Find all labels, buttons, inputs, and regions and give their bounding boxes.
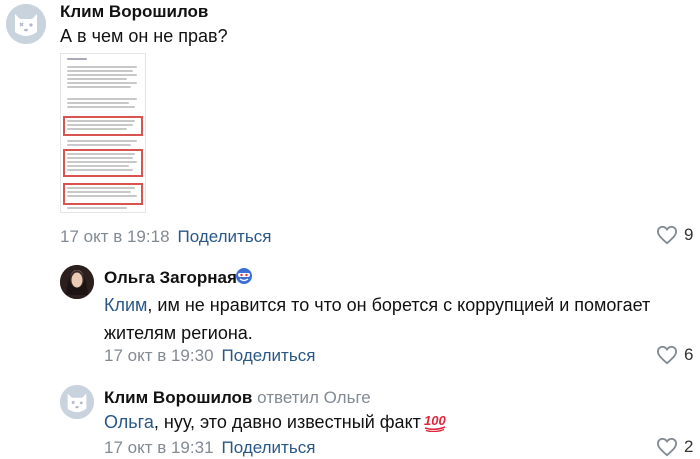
- hundred-points-emoji-icon: 100: [424, 413, 446, 432]
- share-link[interactable]: Поделиться: [178, 227, 272, 246]
- mask-emoji-badge-icon: [236, 268, 252, 284]
- like-count: 9: [684, 225, 694, 244]
- like-button[interactable]: 6: [656, 345, 693, 365]
- like-count: 6: [684, 345, 694, 364]
- comment-meta: 17 окт в 19:30 Поделиться: [104, 346, 315, 366]
- user-photo-avatar: [60, 265, 94, 299]
- comment-text: Клим, им не нравится то что он борется с…: [104, 295, 651, 343]
- comment-author: Клим Ворошилов ответил Ольге: [104, 388, 371, 408]
- heart-icon: [656, 345, 678, 365]
- attached-screenshot-thumbnail[interactable]: [60, 53, 146, 213]
- comment-author[interactable]: Ольга Загорная: [104, 268, 237, 288]
- heart-icon: [656, 437, 678, 457]
- replied-to-label[interactable]: ответил Ольге: [257, 388, 371, 407]
- share-link[interactable]: Поделиться: [222, 438, 316, 457]
- comment-time[interactable]: 17 окт в 19:18: [60, 227, 170, 246]
- avatar[interactable]: [6, 4, 46, 44]
- vk-dog-avatar-icon: [6, 4, 46, 44]
- mention-link[interactable]: Ольга: [104, 412, 154, 432]
- vk-dog-avatar-icon: [60, 385, 94, 419]
- mention-link[interactable]: Клим: [104, 295, 147, 315]
- comment-time[interactable]: 17 окт в 19:31: [104, 438, 214, 457]
- comment-time[interactable]: 17 окт в 19:30: [104, 346, 214, 365]
- svg-text:100: 100: [424, 413, 446, 428]
- heart-icon: [656, 225, 678, 245]
- like-button[interactable]: 9: [656, 225, 693, 245]
- like-button[interactable]: 2: [656, 437, 693, 457]
- author-link[interactable]: Клим Ворошилов: [104, 388, 252, 407]
- comment-text: Ольга, нуу, это давно известный факт: [104, 412, 421, 432]
- comment-author[interactable]: Клим Ворошилов: [60, 2, 208, 22]
- like-count: 2: [684, 437, 694, 456]
- comment-meta: 17 окт в 19:31 Поделиться: [104, 438, 315, 458]
- comment-meta: 17 окт в 19:18 Поделиться: [60, 227, 271, 247]
- avatar[interactable]: [60, 265, 94, 299]
- share-link[interactable]: Поделиться: [222, 346, 316, 365]
- highlight-box: [63, 116, 143, 136]
- avatar[interactable]: [60, 385, 94, 419]
- comment-text: А в чем он не прав?: [60, 26, 228, 46]
